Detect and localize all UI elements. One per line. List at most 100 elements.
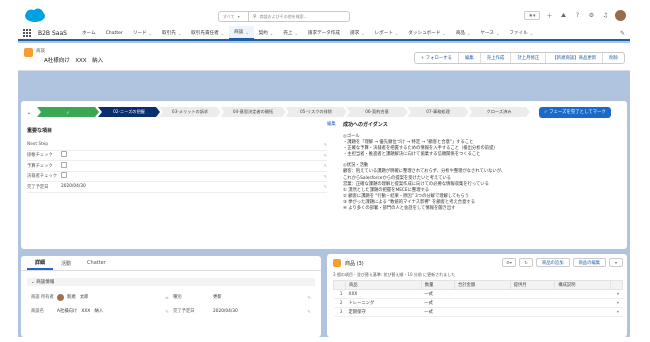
sales-path: ⌄ ✓ 02-ニーズの把握 03-メリットの訴求 04-意思決定者の開拓 05-… bbox=[21, 105, 627, 119]
row-menu-icon[interactable]: ▾ bbox=[610, 307, 623, 317]
checkbox[interactable] bbox=[61, 172, 67, 179]
chevron-down-icon[interactable]: ⌄ bbox=[149, 31, 152, 36]
column-header[interactable]: 合計金額 bbox=[453, 280, 511, 290]
chevron-down-icon[interactable]: ⌄ bbox=[178, 31, 181, 36]
chevron-down-icon[interactable]: ⌄ bbox=[21, 109, 37, 116]
row-menu-icon[interactable]: ▾ bbox=[610, 289, 623, 299]
mark-stage-complete-button[interactable]: ✓ フェーズを完了としてマーク bbox=[539, 106, 611, 118]
nav-item-contacts[interactable]: 取引先責任者 ⌄ bbox=[186, 26, 229, 40]
nav-item-billing[interactable]: 請求 ⌄ bbox=[345, 26, 370, 40]
update-products-button[interactable]: 【新規商談】商品更新 bbox=[546, 53, 604, 63]
bell-icon[interactable]: ♫ bbox=[601, 11, 610, 20]
nav-item-opportunities[interactable]: 商談 ⌄ bbox=[229, 26, 254, 40]
path-stage[interactable]: 03-メリットの訴求 bbox=[159, 107, 221, 117]
search-scope-label: すべて bbox=[223, 13, 235, 19]
trailhead-icon[interactable]: ⛰ bbox=[559, 11, 568, 20]
favorites-star-icon[interactable]: ★▾ bbox=[524, 11, 540, 20]
edit-button[interactable]: 編集 bbox=[459, 53, 481, 63]
chevron-down-icon[interactable]: ⌄ bbox=[395, 31, 398, 36]
owner-link[interactable]: 新規 太郎 bbox=[67, 294, 88, 300]
user-avatar[interactable] bbox=[615, 10, 626, 21]
global-header: すべて ▾ ⚲ 商談およびその他を検索... ★▾ ＋ ⛰ ? ⚙ ♫ bbox=[18, 5, 630, 27]
search-scope-select[interactable]: すべて ▾ bbox=[219, 12, 249, 21]
products-title[interactable]: 商品 (3) bbox=[345, 260, 364, 267]
pencil-icon[interactable]: ✎ bbox=[319, 153, 327, 158]
products-related-list: 商品 (3) ⚙▾ ↻ 商品の追加 商品の編集 ▾ 3 個の項目・並び替え基準:… bbox=[327, 254, 627, 337]
nav-item-billing-data[interactable]: 請求データ作成 bbox=[303, 26, 345, 40]
path-stage-current[interactable]: 02-ニーズの把握 bbox=[98, 107, 160, 117]
delete-button[interactable]: 削除 bbox=[603, 53, 624, 63]
edit-products-button[interactable]: 商品の編集 bbox=[572, 258, 606, 267]
nav-item-leads[interactable]: リード ⌄ bbox=[128, 26, 157, 40]
record-header: 商談 A社様向け XXX 納入 + フォローする 編集 売上作成 計上月修正 【… bbox=[18, 43, 630, 71]
chevron-down-icon[interactable]: ⌄ bbox=[245, 30, 248, 35]
chevron-down-icon[interactable]: ▾ bbox=[609, 258, 623, 267]
checkbox[interactable] bbox=[61, 151, 67, 158]
guidance-line: ④ より多くの部署・部門の人と会話をして情報を聞き出す bbox=[343, 206, 456, 212]
add-icon[interactable]: ＋ bbox=[545, 11, 554, 20]
nav-item-sales[interactable]: 売上 ⌄ bbox=[278, 26, 303, 40]
path-stage[interactable]: 07-事務処理 bbox=[407, 107, 469, 117]
checkbox[interactable] bbox=[61, 161, 67, 168]
pencil-icon[interactable]: ✎ bbox=[620, 30, 625, 37]
app-launcher-icon[interactable] bbox=[23, 28, 33, 38]
chevron-down-icon[interactable]: ⌄ bbox=[221, 31, 224, 36]
path-stage-completed[interactable]: ✓ bbox=[37, 107, 99, 117]
chevron-down-icon[interactable]: ⌄ bbox=[467, 31, 470, 36]
nav-item-home[interactable]: ホーム bbox=[77, 26, 101, 40]
cloud-logo-icon[interactable] bbox=[24, 8, 46, 23]
products-actions: ⚙▾ ↻ 商品の追加 商品の編集 ▾ bbox=[502, 258, 623, 267]
chevron-down-icon[interactable]: ⌄ bbox=[294, 31, 297, 36]
path-stage[interactable]: クローズ済み bbox=[468, 107, 530, 117]
pencil-icon[interactable]: ✎ bbox=[303, 309, 315, 314]
gear-icon[interactable]: ⚙▾ bbox=[502, 258, 517, 267]
pencil-icon[interactable]: ✎ bbox=[161, 309, 173, 314]
nav-item-cases[interactable]: ケース ⌄ bbox=[475, 26, 504, 40]
tab-details[interactable]: 詳細 bbox=[27, 256, 54, 270]
add-product-button[interactable]: 商品の追加 bbox=[536, 258, 570, 267]
path-stage[interactable]: 05-リスクの排除 bbox=[285, 107, 347, 117]
record-title: A社様向け XXX 納入 bbox=[44, 58, 104, 64]
product-link[interactable]: XXX bbox=[345, 289, 422, 299]
pencil-icon[interactable]: ✎ bbox=[319, 142, 327, 147]
nav-item-files[interactable]: ファイル ⌄ bbox=[504, 26, 538, 40]
chevron-down-icon[interactable]: ⌄ bbox=[442, 31, 445, 36]
create-sales-button[interactable]: 売上作成 bbox=[481, 53, 512, 63]
nav-item-products[interactable]: 商品 ⌄ bbox=[451, 26, 476, 40]
nav-item-accounts[interactable]: 取引先 ⌄ bbox=[157, 26, 186, 40]
nav-item-chatter[interactable]: Chatter bbox=[101, 26, 128, 40]
fix-month-button[interactable]: 計上月修正 bbox=[511, 53, 547, 63]
nav-item-dashboards[interactable]: ダッシュボード ⌄ bbox=[403, 26, 451, 40]
product-link[interactable]: 定期保守 bbox=[345, 307, 422, 317]
pencil-icon[interactable]: ✎ bbox=[319, 174, 327, 179]
product-link[interactable]: トレーニング bbox=[345, 298, 422, 308]
column-header[interactable]: 商品 bbox=[345, 280, 422, 290]
section-header-opportunity-info[interactable]: ⌄ 商談情報 bbox=[27, 278, 315, 286]
pencil-icon[interactable]: ✎ bbox=[319, 163, 327, 168]
nav-item-reports[interactable]: レポート ⌄ bbox=[370, 26, 404, 40]
column-header[interactable]: 提供月 bbox=[509, 280, 556, 290]
follow-button[interactable]: + フォローする bbox=[415, 53, 459, 63]
row-menu-icon[interactable]: ▾ bbox=[610, 298, 623, 308]
tab-activity[interactable]: 活動 bbox=[53, 256, 79, 270]
chevron-down-icon[interactable]: ⌄ bbox=[270, 31, 273, 36]
nav-item-contracts[interactable]: 契約 ⌄ bbox=[254, 26, 279, 40]
chevron-down-icon[interactable]: ⌄ bbox=[496, 31, 499, 36]
chevron-down-icon[interactable]: ⌄ bbox=[530, 31, 533, 36]
refresh-icon[interactable]: ↻ bbox=[519, 258, 534, 267]
pencil-icon[interactable]: ✎ bbox=[319, 184, 327, 189]
global-search[interactable]: すべて ▾ ⚲ 商談およびその他を検索... bbox=[218, 11, 350, 22]
column-header[interactable]: 数量 bbox=[420, 280, 455, 290]
opportunity-icon bbox=[24, 48, 33, 57]
help-icon[interactable]: ? bbox=[573, 11, 582, 20]
path-stage[interactable]: 06-契約合意 bbox=[346, 107, 408, 117]
path-stage[interactable]: 04-意思決定者の開拓 bbox=[220, 107, 286, 117]
guidance-edit-link[interactable]: 編集 bbox=[327, 121, 336, 127]
gear-icon[interactable]: ⚙ bbox=[587, 11, 596, 20]
column-header[interactable]: 構成説明 bbox=[554, 280, 611, 290]
pencil-icon[interactable]: ✎ bbox=[303, 295, 315, 300]
chevron-down-icon[interactable]: ⌄ bbox=[361, 31, 364, 36]
tab-chatter[interactable]: Chatter bbox=[79, 256, 114, 270]
search-input[interactable]: 商談およびその他を検索... bbox=[260, 14, 308, 20]
change-owner-icon[interactable]: ⇄ bbox=[161, 295, 173, 300]
